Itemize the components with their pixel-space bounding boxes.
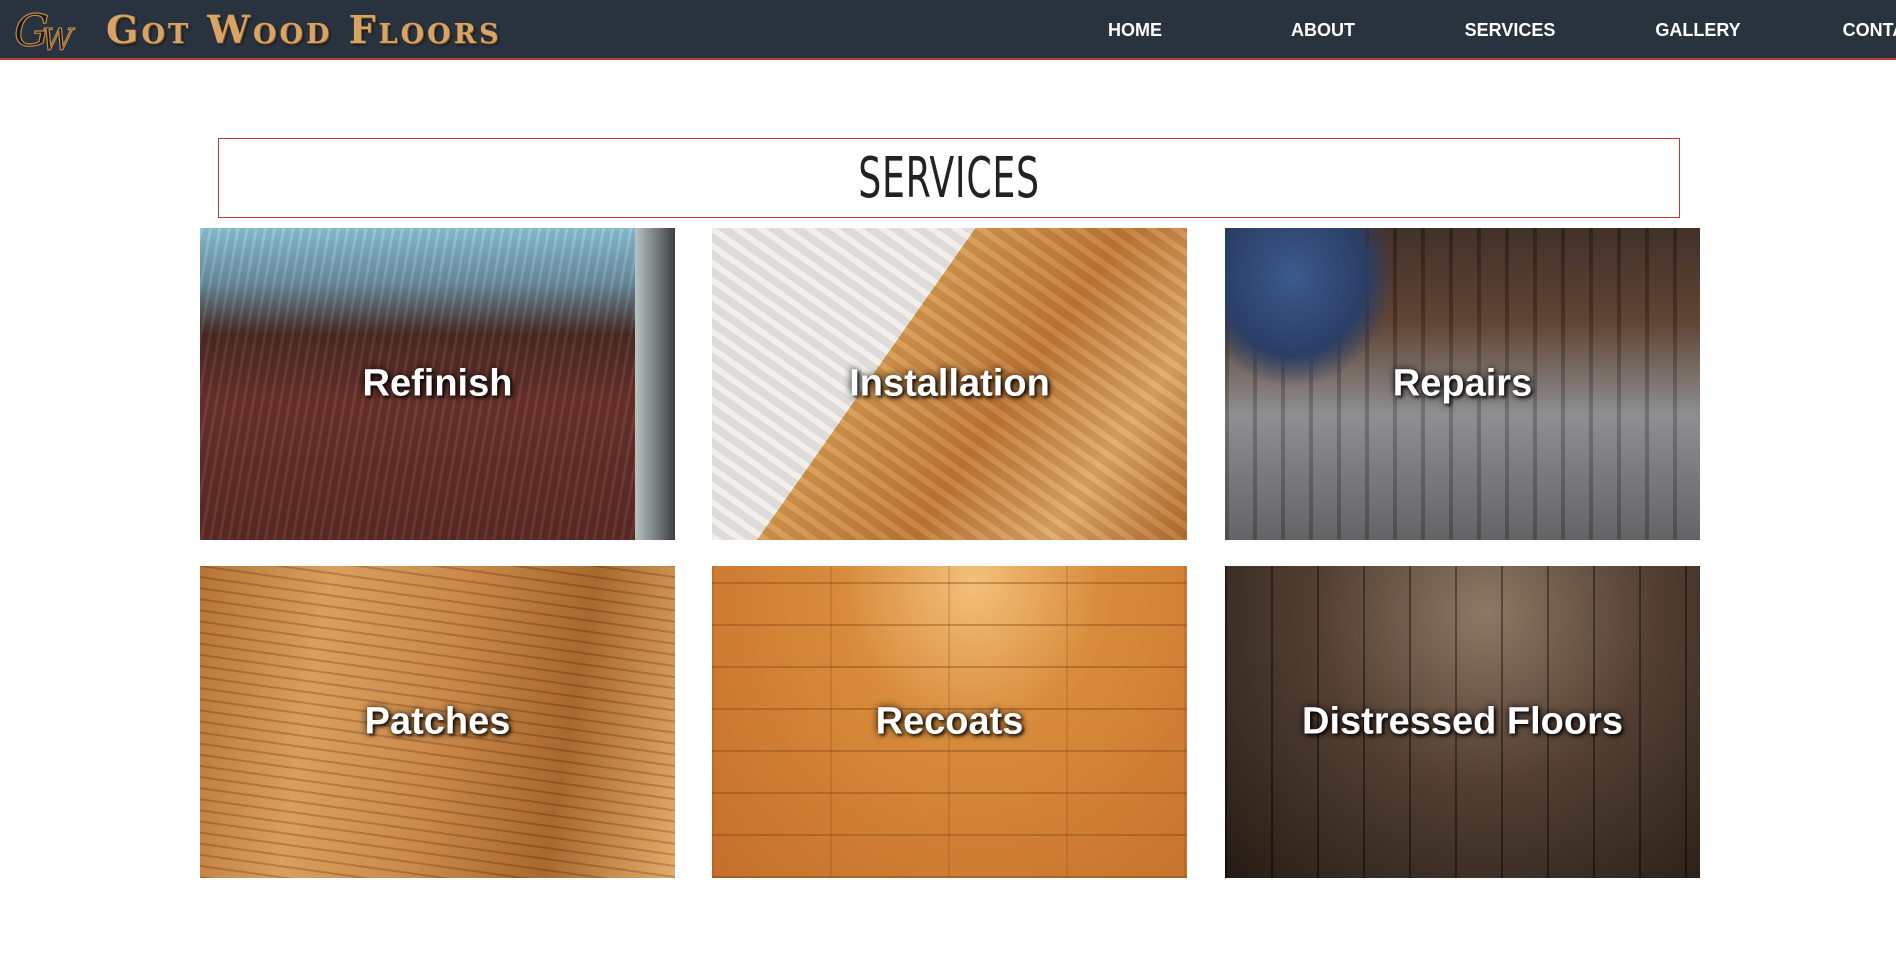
- service-label: Repairs: [1392, 362, 1533, 405]
- service-label: Installation: [849, 362, 1050, 405]
- service-tile-patches[interactable]: Patches: [200, 566, 675, 878]
- main-nav: HOME ABOUT SERVICES GALLERY CONTACT: [980, 0, 1896, 60]
- service-tile-repairs[interactable]: Repairs: [1225, 228, 1700, 540]
- service-tile-installation[interactable]: Installation: [712, 228, 1187, 540]
- nav-contact[interactable]: CONTACT: [1806, 0, 1896, 60]
- nav-about[interactable]: ABOUT: [1243, 0, 1403, 60]
- service-label: Refinish: [362, 362, 513, 405]
- service-label: Distressed Floors: [1302, 700, 1623, 743]
- service-tile-recoats[interactable]: Recoats: [712, 566, 1187, 878]
- service-label: Patches: [364, 700, 511, 743]
- service-tile-distressed-floors[interactable]: Distressed Floors: [1225, 566, 1700, 878]
- site-header: G W Got Wood Floors HOME ABOUT SERVICES …: [0, 0, 1896, 60]
- logo-icon[interactable]: G W: [12, 6, 86, 54]
- svg-text:W: W: [42, 23, 75, 54]
- nav-services[interactable]: SERVICES: [1430, 0, 1590, 60]
- nav-gallery[interactable]: GALLERY: [1618, 0, 1778, 60]
- nav-home[interactable]: HOME: [1055, 0, 1215, 60]
- section-title-box: SERVICES: [218, 138, 1680, 218]
- brand-name[interactable]: Got Wood Floors: [106, 6, 502, 54]
- service-tile-refinish[interactable]: Refinish: [200, 228, 675, 540]
- section-title: SERVICES: [858, 146, 1040, 211]
- service-label: Recoats: [875, 700, 1024, 743]
